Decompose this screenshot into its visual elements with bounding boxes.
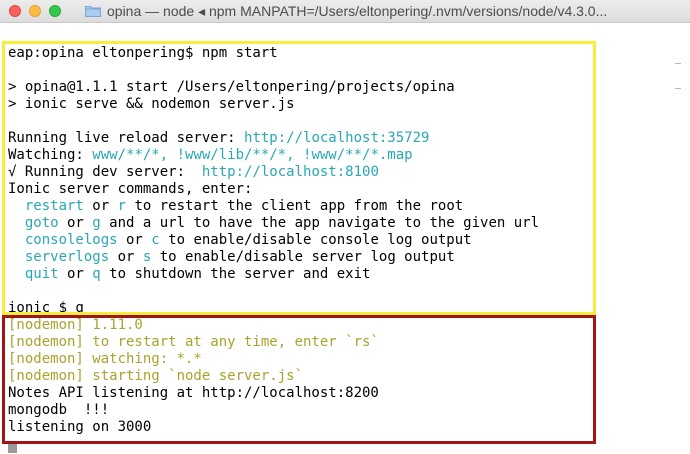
folder-icon xyxy=(85,6,101,17)
yellow-highlight-box xyxy=(2,41,596,315)
terminal-window: opina — node ◂ npm MANPATH=/Users/eltonp… xyxy=(0,0,690,454)
close-button[interactable] xyxy=(9,5,21,17)
minimize-button[interactable] xyxy=(29,5,41,17)
terminal-cursor xyxy=(8,444,17,453)
red-highlight-box xyxy=(2,315,596,444)
mark-tick xyxy=(675,63,681,64)
title-bar[interactable]: opina — node ◂ npm MANPATH=/Users/eltonp… xyxy=(0,0,690,23)
mark-tick xyxy=(675,88,681,89)
scrollbar-track[interactable] xyxy=(675,23,690,454)
zoom-button[interactable] xyxy=(49,5,61,17)
window-title: opina — node ◂ npm MANPATH=/Users/eltonp… xyxy=(107,3,608,19)
